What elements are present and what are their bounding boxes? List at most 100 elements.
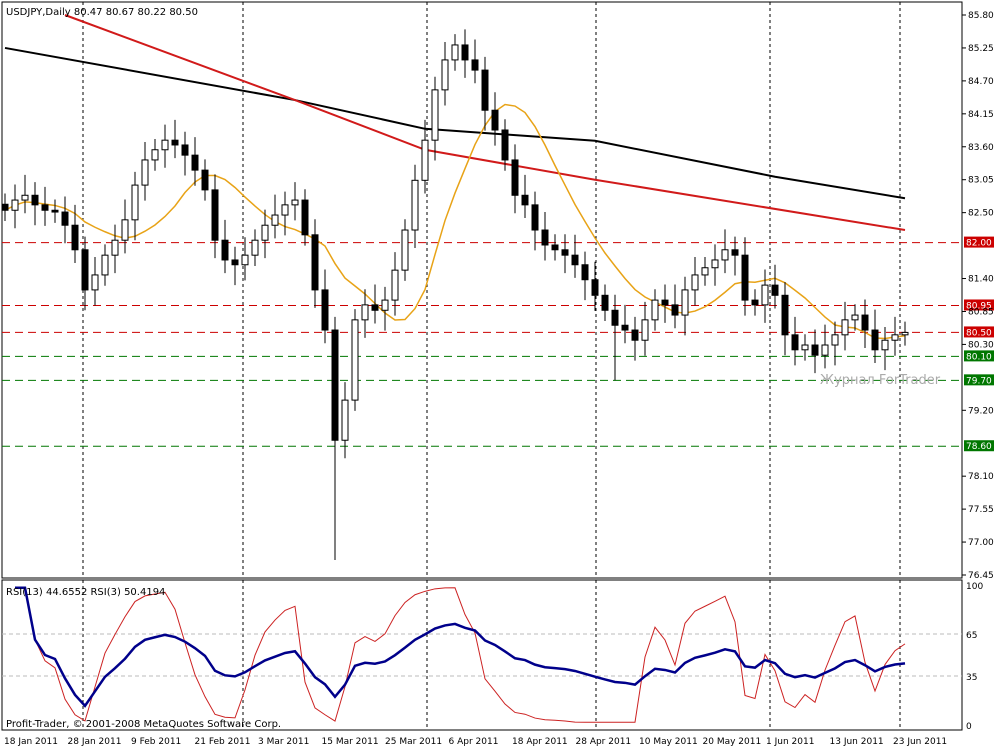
y-tick-label: 84.15 (968, 110, 994, 120)
x-tick-label: 18 Jan 2011 (4, 737, 58, 747)
bull-candle (381, 299, 389, 311)
x-tick-label: 23 Jun 2011 (893, 737, 947, 747)
bear-candle (171, 139, 179, 146)
level-label: 82.00 (966, 239, 992, 249)
bull-candle (281, 204, 289, 216)
bull-candle (161, 139, 169, 151)
bear-candle (181, 144, 189, 156)
bear-candle (661, 299, 669, 306)
bull-candle (341, 399, 349, 441)
bull-candle (891, 334, 899, 341)
bear-candle (581, 264, 589, 281)
bear-candle (621, 324, 629, 331)
x-tick-label: 28 Apr 2011 (576, 737, 632, 747)
bear-candle (781, 294, 789, 336)
bear-candle (221, 239, 229, 261)
bear-candle (481, 69, 489, 111)
bear-candle (601, 294, 609, 311)
y-tick-label: 77.00 (968, 538, 994, 548)
y-tick-label: 78.10 (968, 472, 994, 482)
y-tick-label: 79.20 (968, 406, 994, 416)
bull-candle (271, 214, 279, 226)
bear-candle (1, 203, 9, 211)
bear-candle (211, 189, 219, 241)
bull-candle (821, 344, 829, 356)
bull-candle (761, 284, 769, 306)
bull-candle (361, 304, 369, 321)
bear-candle (311, 234, 319, 291)
bull-candle (141, 159, 149, 186)
x-tick-label: 9 Feb 2011 (131, 737, 181, 747)
bull-candle (391, 269, 399, 301)
y-tick-label: 80.30 (968, 340, 994, 350)
x-tick-label: 28 Jan 2011 (68, 737, 122, 747)
rsi-panel (1, 579, 963, 731)
y-tick-label: 81.40 (968, 275, 994, 285)
bear-candle (201, 169, 209, 191)
y-tick-label: 85.25 (968, 44, 994, 54)
bear-candle (871, 329, 879, 351)
bull-candle (681, 289, 689, 316)
bull-candle (411, 179, 419, 231)
x-tick-label: 6 Apr 2011 (449, 737, 499, 747)
bear-candle (491, 109, 499, 131)
bull-candle (651, 299, 659, 321)
x-tick-label: 13 Jun 2011 (830, 737, 884, 747)
bull-candle (121, 219, 129, 241)
bear-candle (791, 334, 799, 351)
y-tick-label: 82.50 (968, 209, 994, 219)
y-tick-label: 83.60 (968, 143, 994, 153)
bull-candle (431, 89, 439, 141)
level-label: 79.70 (966, 376, 992, 386)
bear-candle (611, 309, 619, 326)
bull-candle (711, 259, 719, 269)
watermark: Журнал ForTrader (820, 373, 941, 388)
x-tick-label: 1 Jun 2011 (766, 737, 814, 747)
bull-candle (721, 249, 729, 261)
bull-candle (701, 267, 709, 276)
bear-candle (41, 204, 49, 211)
bull-candle (241, 254, 249, 266)
bear-candle (531, 204, 539, 231)
bear-candle (81, 249, 89, 291)
bear-candle (321, 289, 329, 331)
x-tick-label: 15 Mar 2011 (322, 737, 379, 747)
bear-candle (561, 249, 569, 256)
y-tick-label: 76.45 (968, 571, 994, 581)
x-tick-label: 20 May 2011 (703, 737, 762, 747)
y-tick-label: 77.55 (968, 505, 994, 515)
bull-candle (881, 339, 889, 351)
bear-candle (751, 299, 759, 306)
bear-candle (741, 254, 749, 301)
level-label: 78.60 (966, 442, 992, 452)
bear-candle (671, 304, 679, 316)
rsi-tick-label: 35 (966, 673, 977, 683)
bull-candle (641, 319, 649, 341)
bear-candle (61, 211, 69, 226)
level-label: 80.10 (966, 352, 992, 362)
x-tick-label: 3 Mar 2011 (258, 737, 309, 747)
bear-candle (631, 329, 639, 341)
bear-candle (71, 224, 79, 251)
bull-candle (691, 274, 699, 291)
bull-candle (451, 44, 459, 61)
bull-candle (111, 239, 119, 256)
bull-candle (401, 229, 409, 271)
bull-candle (441, 59, 449, 91)
rsi-tick-label: 0 (966, 722, 972, 732)
chart-canvas[interactable]: 82.0080.9580.5080.1079.7078.60 Журнал Fo… (0, 0, 1000, 750)
bear-candle (461, 44, 469, 61)
bull-candle (851, 314, 859, 321)
bull-candle (901, 331, 909, 336)
bear-candle (511, 159, 519, 196)
bear-candle (51, 209, 59, 213)
x-tick-label: 18 Apr 2011 (512, 737, 568, 747)
bull-candle (11, 199, 19, 211)
bull-candle (421, 139, 429, 181)
bear-candle (861, 314, 869, 331)
y-tick-label: 80.85 (968, 307, 994, 317)
y-tick-label: 85.80 (968, 11, 994, 21)
bear-candle (231, 259, 239, 266)
rsi-tick-label: 100 (966, 582, 983, 592)
bull-candle (21, 194, 29, 201)
